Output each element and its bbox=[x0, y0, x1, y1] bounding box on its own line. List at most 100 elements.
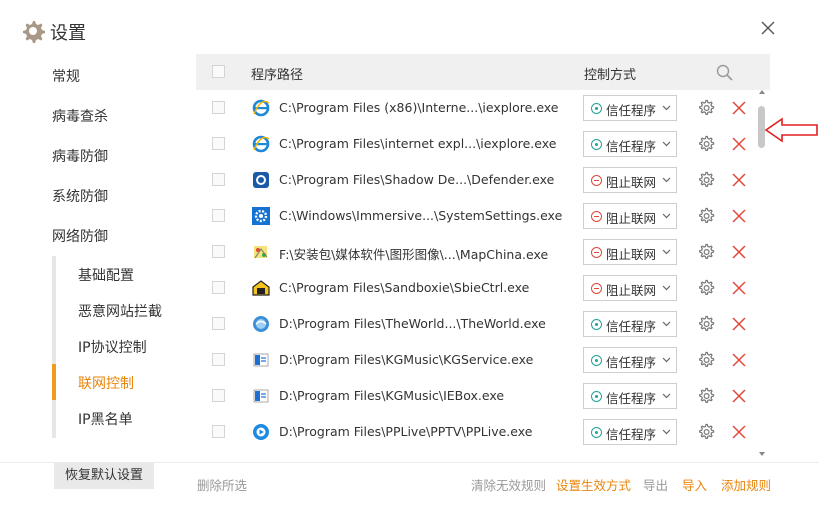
control-mode-select[interactable]: 信任程序 bbox=[583, 383, 677, 409]
control-mode-select[interactable]: 信任程序 bbox=[583, 131, 677, 157]
set-effect-mode-link[interactable]: 设置生效方式 bbox=[556, 475, 631, 494]
program-path: D:\Program Files\KGMusic\KGService.exe bbox=[279, 352, 534, 367]
row-checkbox[interactable] bbox=[212, 281, 225, 294]
control-mode-value: 信任程序 bbox=[606, 319, 657, 334]
network-subnav: 基础配置 恶意网站拦截 IP协议控制 联网控制 IP黑名单 bbox=[52, 256, 172, 438]
control-mode-select[interactable]: 阻止联网 bbox=[583, 275, 677, 301]
subnav-item-ip-blacklist[interactable]: IP黑名单 bbox=[78, 402, 133, 438]
gear-icon[interactable] bbox=[697, 387, 715, 405]
trust-mode-icon bbox=[591, 139, 602, 150]
clear-invalid-rules-link[interactable]: 清除无效规则 bbox=[471, 475, 546, 494]
trust-mode-icon bbox=[591, 391, 602, 402]
row-checkbox[interactable] bbox=[212, 389, 225, 402]
subnav-item-malicious-site-block[interactable]: 恶意网站拦截 bbox=[78, 294, 162, 330]
settings-app-icon bbox=[252, 207, 270, 225]
block-mode-icon bbox=[591, 283, 602, 294]
table-row[interactable]: C:\Program Files\Sandboxie\SbieCtrl.exe 阻… bbox=[196, 270, 770, 306]
table-row[interactable]: D:\Program Files\PPLive\PPTV\PPLive.exe 信… bbox=[196, 414, 770, 450]
control-mode-select[interactable]: 信任程序 bbox=[583, 347, 677, 373]
row-checkbox[interactable] bbox=[212, 137, 225, 150]
block-mode-icon bbox=[591, 247, 602, 258]
scroll-down-arrow[interactable] bbox=[759, 452, 765, 456]
subnav-item-network-control[interactable]: 联网控制 bbox=[78, 366, 134, 402]
control-mode-select[interactable]: 信任程序 bbox=[583, 95, 677, 121]
program-path: C:\Windows\Immersive...\SystemSettings.e… bbox=[279, 208, 563, 223]
sidebar-item-general[interactable]: 常规 bbox=[52, 66, 80, 86]
delete-icon[interactable] bbox=[731, 100, 747, 116]
chevron-down-icon bbox=[662, 213, 671, 219]
gear-icon[interactable] bbox=[697, 171, 715, 189]
row-checkbox[interactable] bbox=[212, 425, 225, 438]
delete-selected-link[interactable]: 删除所选 bbox=[197, 475, 247, 494]
kgmusic-icon bbox=[252, 351, 270, 369]
delete-icon[interactable] bbox=[731, 172, 747, 188]
table-row[interactable]: F:\安装包\媒体软件\图形图像\...\MapChina.exe 阻止联网 bbox=[196, 234, 770, 270]
sidebar-item-virus-scan[interactable]: 病毒查杀 bbox=[52, 106, 108, 126]
control-mode-select[interactable]: 信任程序 bbox=[583, 419, 677, 445]
pptv-icon bbox=[252, 423, 270, 441]
add-rule-link[interactable]: 添加规则 bbox=[721, 475, 771, 494]
gear-icon[interactable] bbox=[697, 207, 715, 225]
table-row[interactable]: D:\Program Files\KGMusic\IEBox.exe 信任程序 bbox=[196, 378, 770, 414]
delete-icon[interactable] bbox=[731, 388, 747, 404]
gear-icon[interactable] bbox=[697, 279, 715, 297]
row-checkbox[interactable] bbox=[212, 353, 225, 366]
subnav-item-basic-config[interactable]: 基础配置 bbox=[78, 258, 134, 294]
scroll-up-arrow[interactable] bbox=[759, 90, 765, 94]
row-checkbox[interactable] bbox=[212, 209, 225, 222]
table-header: 程序路径 控制方式 bbox=[196, 54, 770, 90]
gear-icon[interactable] bbox=[697, 351, 715, 369]
select-all-checkbox[interactable] bbox=[212, 65, 225, 78]
gear-icon[interactable] bbox=[697, 243, 715, 261]
gear-icon[interactable] bbox=[697, 423, 715, 441]
delete-icon[interactable] bbox=[731, 424, 747, 440]
mapchina-icon bbox=[252, 243, 270, 261]
table-row[interactable]: C:\Windows\Immersive...\SystemSettings.e… bbox=[196, 198, 770, 234]
program-path: D:\Program Files\KGMusic\IEBox.exe bbox=[279, 388, 505, 403]
table-row[interactable]: C:\Program Files\Shadow De...\Defender.e… bbox=[196, 162, 770, 198]
row-checkbox[interactable] bbox=[212, 101, 225, 114]
gear-icon[interactable] bbox=[697, 315, 715, 333]
control-mode-value: 信任程序 bbox=[606, 355, 657, 370]
sidebar-item-virus-defense[interactable]: 病毒防御 bbox=[52, 146, 108, 166]
delete-icon[interactable] bbox=[731, 136, 747, 152]
row-checkbox[interactable] bbox=[212, 317, 225, 330]
control-mode-select[interactable]: 阻止联网 bbox=[583, 239, 677, 265]
program-path: C:\Program Files (x86)\Interne...\iexplo… bbox=[279, 100, 559, 115]
sidebar-item-system-defense[interactable]: 系统防御 bbox=[52, 186, 108, 206]
chevron-down-icon bbox=[662, 393, 671, 399]
row-checkbox[interactable] bbox=[212, 245, 225, 258]
settings-gear-icon bbox=[23, 21, 45, 43]
control-mode-select[interactable]: 信任程序 bbox=[583, 311, 677, 337]
search-icon[interactable] bbox=[716, 64, 733, 81]
sidebar-item-network-defense[interactable]: 网络防御 bbox=[52, 226, 108, 246]
export-link[interactable]: 导出 bbox=[643, 475, 668, 494]
gear-icon[interactable] bbox=[697, 99, 715, 117]
scrollbar[interactable] bbox=[756, 90, 768, 461]
annotation-arrow-icon bbox=[764, 117, 818, 143]
row-checkbox[interactable] bbox=[212, 173, 225, 186]
ie-icon bbox=[252, 99, 270, 117]
control-mode-select[interactable]: 阻止联网 bbox=[583, 203, 677, 229]
table-row[interactable]: D:\Program Files\KGMusic\KGService.exe 信任… bbox=[196, 342, 770, 378]
delete-icon[interactable] bbox=[731, 208, 747, 224]
import-link[interactable]: 导入 bbox=[682, 475, 707, 494]
control-mode-value: 信任程序 bbox=[606, 391, 657, 406]
chevron-down-icon bbox=[662, 177, 671, 183]
trust-mode-icon bbox=[591, 427, 602, 438]
gear-icon[interactable] bbox=[697, 135, 715, 153]
close-icon[interactable] bbox=[758, 18, 778, 38]
delete-icon[interactable] bbox=[731, 244, 747, 260]
control-mode-value: 信任程序 bbox=[606, 427, 657, 442]
rules-table: 程序路径 控制方式 C:\Program Files (x86)\Interne… bbox=[196, 54, 770, 461]
sandboxie-icon bbox=[252, 279, 270, 297]
delete-icon[interactable] bbox=[731, 316, 747, 332]
subnav-item-ip-protocol-control[interactable]: IP协议控制 bbox=[78, 330, 147, 366]
control-mode-select[interactable]: 阻止联网 bbox=[583, 167, 677, 193]
delete-icon[interactable] bbox=[731, 352, 747, 368]
trust-mode-icon bbox=[591, 103, 602, 114]
table-row[interactable]: C:\Program Files (x86)\Interne...\iexplo… bbox=[196, 90, 770, 126]
table-row[interactable]: C:\Program Files\internet expl...\iexplo… bbox=[196, 126, 770, 162]
delete-icon[interactable] bbox=[731, 280, 747, 296]
table-row[interactable]: D:\Program Files\TheWorld...\TheWorld.ex… bbox=[196, 306, 770, 342]
